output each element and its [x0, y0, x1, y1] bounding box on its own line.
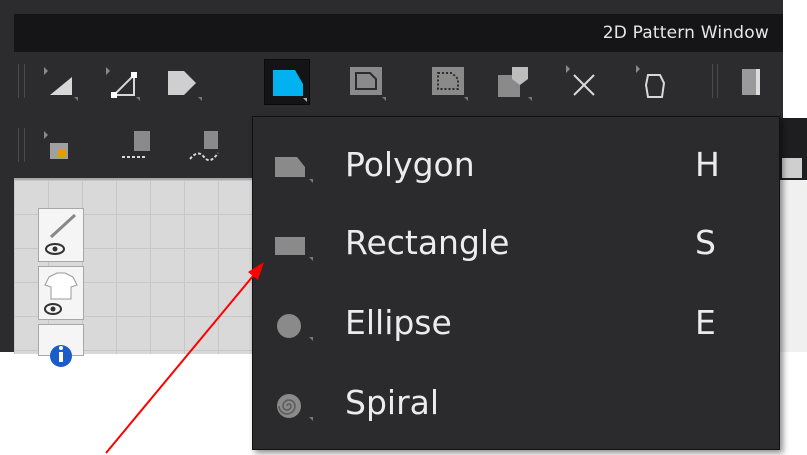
toolbar-grip[interactable]: [18, 128, 25, 162]
window-title: 2D Pattern Window: [602, 23, 769, 43]
pattern-window-titlebar: 2D Pattern Window: [14, 14, 783, 52]
menu-item-shortcut: E: [695, 303, 716, 342]
show-needle-toggle[interactable]: [38, 208, 84, 262]
menu-item-polygon[interactable]: Polygon H: [253, 127, 779, 207]
create-pattern-tool-icon[interactable]: [630, 59, 674, 103]
menu-item-ellipse[interactable]: Ellipse E: [253, 285, 779, 365]
edit-point-tool-icon[interactable]: [98, 59, 142, 103]
menu-item-shortcut: H: [695, 145, 720, 184]
needle-eye-icon: [45, 213, 77, 255]
internal-rectangle-tool-icon[interactable]: [344, 59, 388, 103]
menu-item-shortcut: S: [695, 223, 716, 262]
transform-pattern-tool-icon[interactable]: [36, 59, 80, 103]
trace-tool-icon[interactable]: [560, 59, 604, 103]
spiral-icon: [277, 394, 313, 421]
polygon-tool-icon[interactable]: [264, 59, 310, 105]
menu-item-label: Polygon: [345, 145, 475, 184]
toolbar-row-1: [14, 54, 783, 108]
show-garment-toggle[interactable]: [38, 266, 84, 320]
menu-item-label: Rectangle: [345, 223, 510, 262]
info-toggle[interactable]: [38, 324, 84, 367]
internal-polygon-tool-icon[interactable]: [426, 59, 470, 103]
info-icon: [50, 345, 72, 367]
menu-item-spiral[interactable]: Spiral: [253, 365, 779, 445]
menu-item-label: Ellipse: [345, 303, 452, 342]
ellipse-icon: [277, 314, 313, 341]
menu-item-label: Spiral: [345, 383, 440, 422]
rectangle-icon: [275, 237, 313, 261]
menu-item-rectangle[interactable]: Rectangle S: [253, 205, 779, 285]
right-panel: [778, 180, 807, 352]
toolbar-separator: [712, 64, 718, 98]
polygon-icon: [275, 157, 313, 183]
polygon-tool-dropdown-menu: Polygon H Rectangle S Ellipse E Spiral: [252, 116, 780, 450]
toolbar-grip[interactable]: [18, 64, 25, 98]
segment-sewing-tool-icon[interactable]: [114, 123, 158, 167]
toggle-panel-tool-icon[interactable]: [734, 59, 774, 103]
shirt-eye-icon: [44, 272, 78, 315]
edit-curvature-tool-icon[interactable]: [160, 59, 204, 103]
fold-tool-icon[interactable]: [490, 59, 534, 103]
add-point-tool-icon[interactable]: [36, 123, 80, 167]
right-panel-strip: [778, 118, 807, 352]
free-sewing-tool-icon[interactable]: [182, 123, 226, 167]
panel-tool-icon[interactable]: [782, 158, 802, 178]
